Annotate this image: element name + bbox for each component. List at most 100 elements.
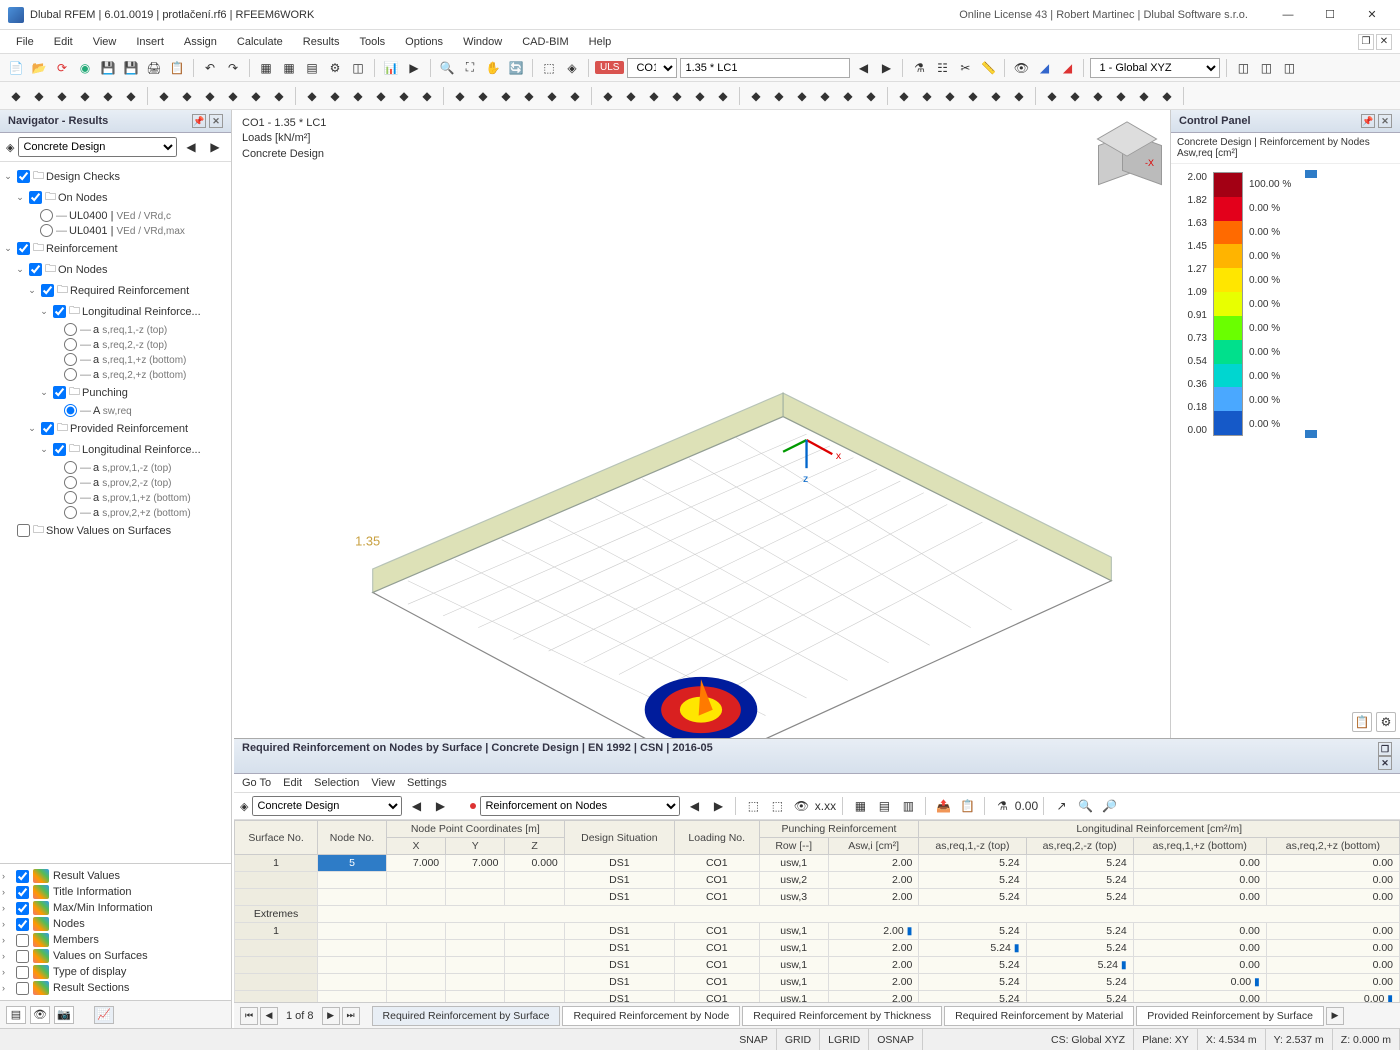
- status-grid[interactable]: GRID: [777, 1029, 820, 1050]
- nav-prev-icon[interactable]: ◀: [181, 137, 201, 157]
- menu-calculate[interactable]: Calculate: [229, 33, 291, 51]
- menu-insert[interactable]: Insert: [128, 33, 172, 51]
- tree-item[interactable]: ⌄🗀On Nodes: [2, 259, 229, 280]
- menu-cadbim[interactable]: CAD-BIM: [514, 33, 576, 51]
- cp-settings-icon[interactable]: ⚙: [1376, 712, 1396, 732]
- menu-edit[interactable]: Edit: [46, 33, 81, 51]
- status-lgrid[interactable]: LGRID: [820, 1029, 869, 1050]
- tool10-icon[interactable]: ◆: [246, 86, 266, 106]
- tab-camera-icon[interactable]: 📷: [54, 1006, 74, 1024]
- mdi-close-icon[interactable]: ✕: [1376, 34, 1392, 50]
- reload-icon[interactable]: ⟳: [52, 58, 72, 78]
- tbl-close-icon[interactable]: ✕: [1378, 756, 1392, 770]
- tbl-grid2-icon[interactable]: ▤: [874, 796, 894, 816]
- category-item[interactable]: ›Result Sections: [2, 980, 229, 996]
- tree-item[interactable]: ⌄🗀On Nodes: [2, 187, 229, 208]
- redo-icon[interactable]: ↷: [223, 58, 243, 78]
- menu-results[interactable]: Results: [295, 33, 348, 51]
- layer-icon[interactable]: ☷: [932, 58, 952, 78]
- view-iso-icon[interactable]: ◈: [562, 58, 582, 78]
- tool38-icon[interactable]: ◆: [940, 86, 960, 106]
- tool8-icon[interactable]: ◆: [200, 86, 220, 106]
- settings-icon[interactable]: ⚙: [325, 58, 345, 78]
- tool17-icon[interactable]: ◆: [417, 86, 437, 106]
- save-icon[interactable]: 💾: [98, 58, 118, 78]
- load-combo-select[interactable]: CO1: [627, 58, 677, 78]
- menu-options[interactable]: Options: [397, 33, 451, 51]
- tool21-icon[interactable]: ◆: [519, 86, 539, 106]
- tool37-icon[interactable]: ◆: [917, 86, 937, 106]
- tool3-icon[interactable]: ◆: [75, 86, 95, 106]
- tbl-grid1-icon[interactable]: ▦: [850, 796, 870, 816]
- tool34-icon[interactable]: ◆: [838, 86, 858, 106]
- model-icon[interactable]: ◉: [75, 58, 95, 78]
- cube1-icon[interactable]: ◫: [1233, 58, 1253, 78]
- tbl-module-select[interactable]: Concrete Design: [252, 796, 402, 816]
- maximize-button[interactable]: ☐: [1310, 3, 1350, 27]
- tool43-icon[interactable]: ◆: [1065, 86, 1085, 106]
- mdi-restore-icon[interactable]: ❐: [1358, 34, 1374, 50]
- status-osnap[interactable]: OSNAP: [869, 1029, 923, 1050]
- tbl-pin-icon[interactable]: ❐: [1378, 742, 1392, 756]
- tbl-prev-icon[interactable]: ◀: [406, 796, 426, 816]
- tool44-icon[interactable]: ◆: [1088, 86, 1108, 106]
- prev-icon[interactable]: ◀: [853, 58, 873, 78]
- tree-item[interactable]: ⌄🗀Reinforcement: [2, 238, 229, 259]
- load-desc-input[interactable]: [680, 58, 850, 78]
- tbl-prev2-icon[interactable]: ◀: [684, 796, 704, 816]
- view-xy-icon[interactable]: ⬚: [539, 58, 559, 78]
- tbl-zoom-icon[interactable]: 🔎: [1099, 796, 1119, 816]
- tool1-icon[interactable]: ◆: [29, 86, 49, 106]
- tree-item[interactable]: —a s,prov,2,+z (bottom): [2, 505, 229, 520]
- tree-item[interactable]: —a s,prov,1,+z (bottom): [2, 490, 229, 505]
- tool18-icon[interactable]: ◆: [450, 86, 470, 106]
- run-icon[interactable]: ▶: [404, 58, 424, 78]
- tool4-icon[interactable]: ◆: [98, 86, 118, 106]
- tbl-next-icon[interactable]: ▶: [430, 796, 450, 816]
- tool2-icon[interactable]: ◆: [52, 86, 72, 106]
- tool32-icon[interactable]: ◆: [792, 86, 812, 106]
- rotate-icon[interactable]: 🔄: [506, 58, 526, 78]
- legend-slider-bottom[interactable]: [1305, 430, 1317, 438]
- tool46-icon[interactable]: ◆: [1134, 86, 1154, 106]
- menu-tools[interactable]: Tools: [351, 33, 393, 51]
- tab-req-thickness[interactable]: Required Reinforcement by Thickness: [742, 1006, 942, 1026]
- category-item[interactable]: ›Max/Min Information: [2, 900, 229, 916]
- visibility-icon[interactable]: 👁: [1011, 58, 1031, 78]
- tool26-icon[interactable]: ◆: [644, 86, 664, 106]
- tool31-icon[interactable]: ◆: [769, 86, 789, 106]
- pan-icon[interactable]: ✋: [483, 58, 503, 78]
- tree-item[interactable]: —a s,prov,1,-z (top): [2, 460, 229, 475]
- tool23-icon[interactable]: ◆: [565, 86, 585, 106]
- zoom-in-icon[interactable]: 🔍: [437, 58, 457, 78]
- tree-item[interactable]: —a s,prov,2,-z (top): [2, 475, 229, 490]
- measure-icon[interactable]: 📏: [978, 58, 998, 78]
- cube3-icon[interactable]: ◫: [1279, 58, 1299, 78]
- grid2-icon[interactable]: ▦: [279, 58, 299, 78]
- minimize-button[interactable]: —: [1268, 3, 1308, 27]
- menu-help[interactable]: Help: [581, 33, 620, 51]
- tab-req-node[interactable]: Required Reinforcement by Node: [562, 1006, 740, 1026]
- tool13-icon[interactable]: ◆: [325, 86, 345, 106]
- tbl-arrow-icon[interactable]: ↗: [1051, 796, 1071, 816]
- tool20-icon[interactable]: ◆: [496, 86, 516, 106]
- tbl-export-icon[interactable]: 📤: [933, 796, 953, 816]
- results-table[interactable]: Surface No. Node No. Node Point Coordina…: [234, 820, 1400, 1002]
- zoom-fit-icon[interactable]: ⛶: [460, 58, 480, 78]
- menu-view[interactable]: View: [85, 33, 125, 51]
- category-item[interactable]: ›Title Information: [2, 884, 229, 900]
- render-icon[interactable]: ◢: [1034, 58, 1054, 78]
- tbl-menu-edit[interactable]: Edit: [283, 777, 302, 789]
- close-button[interactable]: ✕: [1352, 3, 1392, 27]
- calc-icon[interactable]: 📊: [381, 58, 401, 78]
- tab-req-surface[interactable]: Required Reinforcement by Surface: [372, 1006, 561, 1026]
- page-last-icon[interactable]: ⏭: [342, 1007, 360, 1025]
- page-first-icon[interactable]: ⏮: [240, 1007, 258, 1025]
- tool39-icon[interactable]: ◆: [963, 86, 983, 106]
- tool47-icon[interactable]: ◆: [1157, 86, 1177, 106]
- cube2-icon[interactable]: ◫: [1256, 58, 1276, 78]
- tool41-icon[interactable]: ◆: [1009, 86, 1029, 106]
- print-icon[interactable]: 🖨: [144, 58, 164, 78]
- tool30-icon[interactable]: ◆: [746, 86, 766, 106]
- tool12-icon[interactable]: ◆: [302, 86, 322, 106]
